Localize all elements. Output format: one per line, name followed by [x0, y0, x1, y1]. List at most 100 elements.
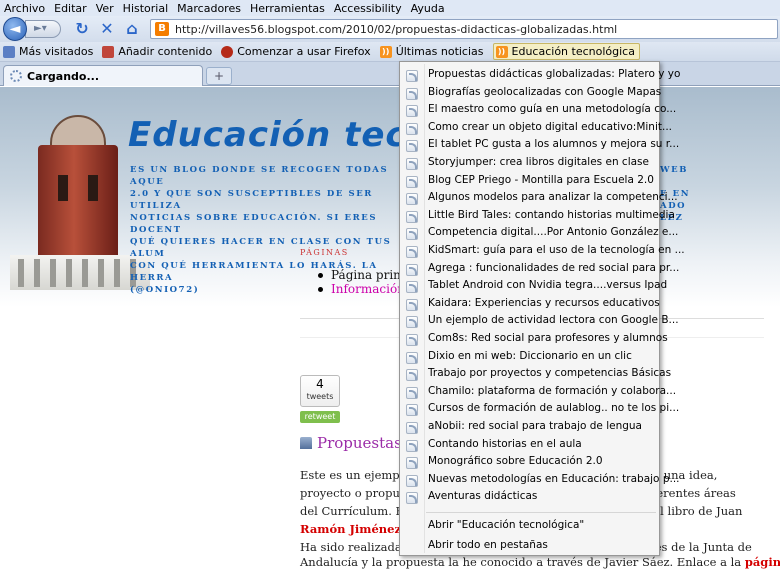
- menu-ayuda[interactable]: Ayuda: [411, 2, 445, 15]
- post-body-left: Este es un ejemplo d proyecto o propues …: [300, 466, 422, 556]
- back-button[interactable]: ◄: [3, 17, 27, 41]
- rss-icon: )): [495, 45, 508, 58]
- bookmark-ultimas-noticias[interactable]: )) Últimas noticias: [379, 45, 484, 58]
- feed-item-label: Propuestas didácticas globalizadas: Plat…: [428, 68, 681, 80]
- feed-item-label: Monográfico sobre Educación 2.0: [428, 455, 603, 468]
- feed-item-label: Nuevas metodologías en Educación: trabaj…: [428, 472, 680, 485]
- bookmark-mas-visitados[interactable]: Más visitados: [3, 45, 93, 58]
- menu-item-label: Abrir "Educación tecnológica": [428, 519, 585, 531]
- feed-item-label: Storyjumper: crea libros digitales en cl…: [428, 156, 649, 168]
- feed-icon: [406, 175, 418, 188]
- url-text: http://villaves56.blogspot.com/2010/02/p…: [175, 22, 618, 36]
- feed-item-label: Un ejemplo de actividad lectora con Goog…: [428, 314, 679, 327]
- feed-icon: [406, 351, 418, 364]
- loading-spinner-icon: [10, 70, 22, 82]
- feed-item-label: Little Bird Tales: contando historias mu…: [428, 208, 675, 221]
- menu-open-all-in-tabs[interactable]: Abrir todo en pestañas: [402, 536, 657, 558]
- post-icon: [300, 437, 312, 449]
- blog-desc-fragment: WEB: [660, 165, 689, 175]
- feed-item-label: Contando historias en el aula: [428, 437, 582, 450]
- blog-desc-line: ES UN BLOG DONDE SE RECOGEN TODAS AQUE: [130, 165, 389, 187]
- firefox-icon: [221, 45, 234, 58]
- feed-icon: [406, 457, 418, 470]
- feed-item-label: Tablet Android con Nvidia tegra....versu…: [428, 279, 668, 292]
- bookmark-anadir-contenido[interactable]: Añadir contenido: [102, 45, 212, 58]
- menu-bar: Archivo Editar Ver Historial Marcadores …: [0, 0, 780, 16]
- bookmark-label: Comenzar a usar Firefox: [237, 45, 371, 58]
- bookmark-label: Añadir contenido: [118, 45, 213, 58]
- menu-historial[interactable]: Historial: [123, 2, 168, 15]
- url-bar[interactable]: B http://villaves56.blogspot.com/2010/02…: [150, 19, 778, 39]
- blog-desc-line: NOTICIAS SOBRE EDUCACIÓN. SI ERES DOCENT: [130, 213, 378, 235]
- bookmark-firefox[interactable]: Comenzar a usar Firefox: [221, 45, 371, 58]
- menu-ver[interactable]: Ver: [96, 2, 114, 15]
- feed-icon: [406, 228, 418, 241]
- post-text-line: Este es un ejemplo d: [300, 468, 422, 482]
- feed-icon: [406, 369, 418, 382]
- feed-icon: [406, 474, 418, 487]
- feed-item-label: Cursos de formación de aulablog.. no te …: [428, 402, 680, 415]
- post-link-pagina[interactable]: página de: [745, 555, 780, 569]
- home-icon[interactable]: ⌂: [122, 19, 142, 39]
- feed-item-label: Como crear un objeto digital educativo:M…: [428, 120, 672, 133]
- feed-item[interactable]: Aventuras didácticas: [402, 487, 657, 509]
- menu-marcadores[interactable]: Marcadores: [177, 2, 241, 15]
- feed-item-label: KidSmart: guía para el uso de la tecnolo…: [428, 244, 685, 256]
- blogger-icon: B: [155, 22, 169, 36]
- tweet-counter[interactable]: 4 tweets: [300, 375, 340, 407]
- bookmarks-toolbar: Más visitados Añadir contenido Comenzar …: [0, 42, 780, 62]
- rss-icon: )): [379, 45, 392, 58]
- retweet-button[interactable]: retweet: [300, 411, 340, 423]
- blog-desc-line: QUÉ QUIERES HACER EN CLASE CON TUS ALUM: [130, 237, 392, 259]
- bookmark-label: Educación tecnológica: [511, 45, 635, 58]
- feed-icon: [406, 492, 418, 505]
- feed-item-label: Agrega : funcionalidades de red social p…: [428, 261, 680, 274]
- pages-heading: PÁGINAS: [300, 248, 349, 257]
- post-text-line: Ha sido realizada po: [300, 540, 420, 554]
- reload-icon[interactable]: ↻: [72, 19, 92, 39]
- bookmark-folder-menu: Propuestas didácticas globalizadas: Plat…: [399, 61, 685, 558]
- feed-item-label: Trabajo por proyectos y competencias Bás…: [428, 367, 672, 380]
- page-link-label: Información: [331, 282, 405, 296]
- lighthouse-image: [10, 105, 150, 290]
- feed-icon: [406, 334, 418, 346]
- page-link-informacion[interactable]: Información: [318, 282, 411, 296]
- feed-icon: [406, 70, 418, 82]
- feed-icon: [406, 386, 418, 399]
- feed-item-label: Dixio en mi web: Diccionario en un clic: [428, 349, 632, 362]
- feed-icon: [406, 263, 418, 276]
- navigation-toolbar: ►▾ ◄ ↻ ✕ ⌂ B http://villaves56.blogspot.…: [0, 16, 780, 42]
- tab-loading[interactable]: Cargando...: [3, 65, 203, 86]
- feed-icon: [406, 281, 418, 294]
- blog-desc-fragment: [660, 176, 720, 188]
- blog-title[interactable]: Educación tec: [128, 115, 407, 155]
- new-tab-button[interactable]: +: [206, 67, 232, 85]
- menu-item-label: Abrir todo en pestañas: [428, 539, 548, 551]
- forward-button[interactable]: ►▾: [25, 20, 61, 38]
- feed-icon: [406, 316, 418, 329]
- feed-item-label: Competencia digital....Por Antonio Gonzá…: [428, 226, 679, 239]
- menu-open-folder[interactable]: Abrir "Educación tecnológica": [402, 516, 657, 538]
- feed-item-label: Com8s: Red social para profesores y alum…: [428, 332, 668, 344]
- tab-title: Cargando...: [27, 69, 100, 83]
- menu-archivo[interactable]: Archivo: [4, 2, 45, 15]
- menu-editar[interactable]: Editar: [54, 2, 87, 15]
- feed-icon: [406, 298, 418, 311]
- page-link-principal[interactable]: Página princi: [318, 268, 411, 282]
- addon-icon: [102, 45, 115, 58]
- post-link-juan-ramon[interactable]: Ramón Jiménez: [300, 520, 410, 538]
- menu-herramientas[interactable]: Herramientas: [250, 2, 325, 15]
- bookmark-label: Últimas noticias: [395, 45, 484, 58]
- menu-accessibility[interactable]: Accessibility: [334, 2, 402, 15]
- feed-item-label: El maestro como guía en una metodología …: [428, 103, 677, 116]
- stop-icon[interactable]: ✕: [97, 19, 117, 39]
- pages-list: Página princi Información: [318, 268, 411, 296]
- feed-icon: [406, 439, 418, 452]
- feed-item-label: Biografías geolocalizadas con Google Map…: [428, 85, 662, 98]
- bookmark-educacion-tecnologica[interactable]: )) Educación tecnológica: [492, 43, 640, 60]
- feed-item-label: Blog CEP Priego - Montilla para Escuela …: [428, 173, 654, 186]
- menu-separator: [426, 512, 656, 513]
- feed-icon: [406, 246, 418, 258]
- page-content: Educación tec ES UN BLOG DONDE SE RECOGE…: [0, 87, 780, 571]
- feed-icon: [406, 87, 418, 100]
